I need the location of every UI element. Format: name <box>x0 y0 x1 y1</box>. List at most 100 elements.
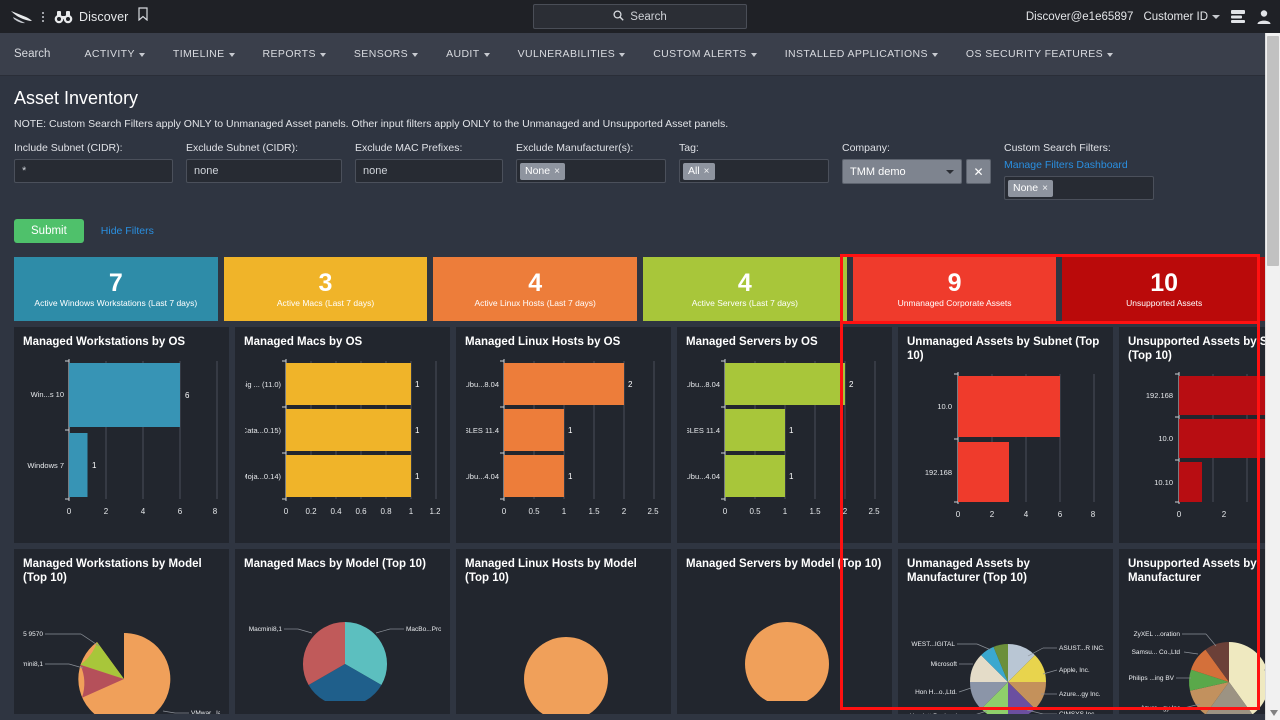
nav-item-activity[interactable]: ACTIVITY <box>70 33 158 76</box>
tag-input[interactable]: All × <box>679 159 829 183</box>
kpi-card-active-servers[interactable]: 4 Active Servers (Last 7 days) <box>643 257 847 321</box>
close-icon: ✕ <box>973 164 984 179</box>
filter-chip[interactable]: None × <box>1008 179 1053 197</box>
panel-title: Unmanaged Assets by Manufacturer (Top 10… <box>907 558 1030 585</box>
x-tick: 1 <box>783 507 788 516</box>
kpi-value: 4 <box>528 268 543 297</box>
panel-title: Managed Servers by OS <box>686 336 818 348</box>
kpi-label: Unmanaged Corporate Assets <box>897 297 1012 308</box>
filter-custom-search: Custom Search Filters: Manage Filters Da… <box>1004 142 1154 200</box>
pie-slice-label: Hon H...o.,Ltd. <box>915 689 957 696</box>
company-select[interactable]: TMM demo <box>842 159 962 184</box>
submit-button[interactable]: Submit <box>14 219 84 243</box>
filter-chip[interactable]: All × <box>683 162 715 180</box>
kpi-card-unmanaged-corporate-assets[interactable]: 9 Unmanaged Corporate Assets <box>852 257 1057 321</box>
nav-item-os-security-features[interactable]: OS SECURITY FEATURES <box>952 33 1127 76</box>
pie-slice-label: ZyXEL ...oration <box>1134 631 1181 638</box>
kpi-card-active-macs[interactable]: 3 Active Macs (Last 7 days) <box>223 257 428 321</box>
nav-item-installed-applications[interactable]: INSTALLED APPLICATIONS <box>771 33 952 76</box>
panel-title: Unmanaged Assets by Subnet (Top 10) <box>907 336 1100 363</box>
company-select-row: TMM demo ✕ <box>842 159 991 184</box>
x-tick: 8 <box>213 507 218 516</box>
x-tick: 2 <box>622 507 627 516</box>
custom-search-filters-input[interactable]: None × <box>1004 176 1154 200</box>
panel-unsupported-assets-by-manufacturer[interactable]: Unsupported Assets by Manufacturer NA <box>1119 549 1280 714</box>
exclude-mac-input[interactable]: none <box>355 159 503 183</box>
app-name-label: Discover <box>79 9 129 24</box>
x-tick: 2.5 <box>868 507 880 516</box>
pie-slice-label: Apple, Inc. <box>1059 667 1090 674</box>
include-subnet-input[interactable]: * <box>14 159 173 183</box>
nav-label: ACTIVITY <box>84 48 135 60</box>
kpi-label: Unsupported Assets <box>1126 297 1203 308</box>
user-avatar-icon[interactable] <box>1256 9 1272 25</box>
nav-item-vulnerabilities[interactable]: VULNERABILITIES <box>504 33 640 76</box>
search-input[interactable]: Search <box>533 4 747 29</box>
panel-unmanaged-assets-by-subnet[interactable]: Unmanaged Assets by Subnet (Top 10) 10.0… <box>898 327 1113 543</box>
x-tick: 0 <box>284 507 289 516</box>
input-value: none <box>363 165 388 177</box>
bookmark-icon[interactable] <box>138 7 149 26</box>
nav-item-custom-alerts[interactable]: CUSTOM ALERTS <box>639 33 771 76</box>
x-tick: 0.6 <box>355 507 367 516</box>
panel-unmanaged-assets-by-manufacturer[interactable]: Unmanaged Assets by Manufacturer (Top 10… <box>898 549 1113 714</box>
kebab-menu-icon[interactable] <box>36 11 50 22</box>
chart-managed-linux-hosts-by-os: Ubu...8.04 SLES 11.4 Ubu...4.04 2 1 1 0 … <box>466 359 659 516</box>
scrollbar-thumb[interactable] <box>1267 36 1279 266</box>
manage-filters-dashboard-link[interactable]: Manage Filters Dashboard <box>1004 159 1154 171</box>
panel-managed-workstations-by-os[interactable]: Managed Workstations by OS Win...s 10 Wi… <box>14 327 229 543</box>
exclude-manufacturer-input[interactable]: None × <box>516 159 666 183</box>
panel-managed-macs-by-model[interactable]: Managed Macs by Model (Top 10) MacBo...P… <box>235 549 450 714</box>
page-note: NOTE: Custom Search Filters apply ONLY t… <box>14 118 729 130</box>
falcon-logo-icon[interactable] <box>10 8 34 26</box>
bar-cat-label: Moja...0.14) <box>245 472 281 481</box>
panel-managed-linux-hosts-by-os[interactable]: Managed Linux Hosts by OS Ubu...8.04 SLE… <box>456 327 671 543</box>
x-tick: 1.5 <box>809 507 821 516</box>
kpi-card-active-linux-hosts[interactable]: 4 Active Linux Hosts (Last 7 days) <box>433 257 638 321</box>
panel-managed-servers-by-model[interactable]: Managed Servers by Model (Top 10) <box>677 549 892 714</box>
app-grid-icon[interactable] <box>1230 9 1246 24</box>
kpi-value: 4 <box>737 268 752 297</box>
input-value: none <box>194 165 219 177</box>
chart-managed-workstations-by-model: XPS 15 9570 Macmini8,1 VMwar...latform <box>23 631 220 714</box>
nav-item-timeline[interactable]: TIMELINE <box>159 33 249 76</box>
nav-label: VULNERABILITIES <box>517 48 616 60</box>
bar-value-label: 1 <box>789 472 794 481</box>
filter-label: Tag: <box>679 142 699 154</box>
kpi-card-active-windows-workstations[interactable]: 7 Active Windows Workstations (Last 7 da… <box>14 257 218 321</box>
chip-remove-icon[interactable]: × <box>704 166 710 177</box>
nav-label: Search <box>14 48 51 60</box>
panel-title: Managed Macs by Model (Top 10) <box>244 558 426 570</box>
nav-item-sensors[interactable]: SENSORS <box>340 33 432 76</box>
filter-chip[interactable]: None × <box>520 162 565 180</box>
panel-managed-linux-hosts-by-model[interactable]: Managed Linux Hosts by Model (Top 10) <box>456 549 671 714</box>
page-scrollbar[interactable] <box>1265 33 1280 720</box>
chart-column-unsupported: Unsupported Assets by Subnet (Top 10) <box>1119 327 1280 714</box>
chart-column-workstations: Managed Workstations by OS Win...s 10 Wi… <box>14 327 229 714</box>
scroll-down-arrow-icon[interactable] <box>1266 706 1280 720</box>
panel-managed-workstations-by-model[interactable]: Managed Workstations by Model (Top 10) X… <box>14 549 229 714</box>
chip-remove-icon[interactable]: × <box>1042 183 1048 194</box>
x-tick: 4 <box>141 507 146 516</box>
filter-label: Exclude Manufacturer(s): <box>516 142 634 154</box>
pie-slice-label: XPS 15 9570 <box>23 631 43 638</box>
kpi-value: 3 <box>318 268 333 297</box>
nav-item-search[interactable]: Search <box>14 33 70 76</box>
kpi-label: Active Linux Hosts (Last 7 days) <box>474 297 596 308</box>
chevron-down-icon <box>1212 14 1220 19</box>
nav-item-audit[interactable]: AUDIT <box>432 33 504 76</box>
chart-column-unmanaged: Unmanaged Assets by Subnet (Top 10) 10.0… <box>898 327 1113 714</box>
chevron-down-icon <box>619 53 626 57</box>
hide-filters-link[interactable]: Hide Filters <box>101 225 154 237</box>
chip-remove-icon[interactable]: × <box>554 166 560 177</box>
company-clear-button[interactable]: ✕ <box>966 159 991 184</box>
exclude-subnet-input[interactable]: none <box>186 159 342 183</box>
pie-slice-label: Azure...gy Inc. <box>1140 705 1182 712</box>
customer-id-dropdown[interactable]: Customer ID <box>1143 11 1220 23</box>
kpi-card-unsupported-assets[interactable]: 10 Unsupported Assets <box>1062 257 1267 321</box>
nav-item-reports[interactable]: REPORTS <box>249 33 340 76</box>
panel-managed-macs-by-os[interactable]: Managed Macs by OS ig ... (11.0) Cata...… <box>235 327 450 543</box>
panel-managed-servers-by-os[interactable]: Managed Servers by OS Ubu...8.04 SLES 11… <box>677 327 892 543</box>
panel-unsupported-assets-by-subnet[interactable]: Unsupported Assets by Subnet (Top 10) <box>1119 327 1280 543</box>
filter-include-subnet: Include Subnet (CIDR): * <box>14 142 173 183</box>
